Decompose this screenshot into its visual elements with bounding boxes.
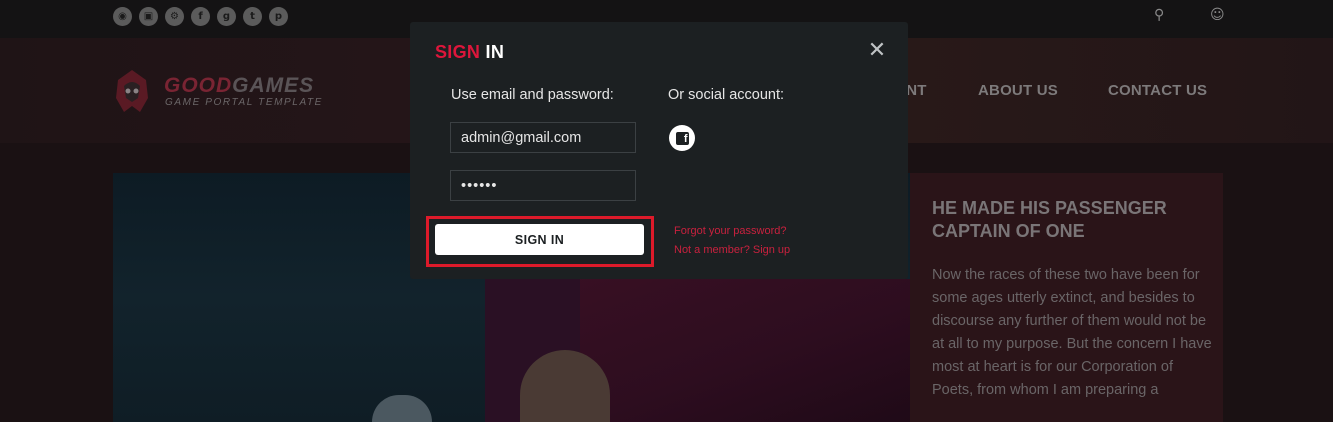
- close-icon[interactable]: ✕: [865, 39, 889, 63]
- nav-item-contact[interactable]: CONTACT US: [1108, 82, 1207, 99]
- password-field[interactable]: [450, 170, 636, 201]
- nav-item-about[interactable]: ABOUT US: [978, 82, 1058, 99]
- facebook-icon[interactable]: f: [191, 7, 210, 26]
- logo-text-good: GOOD: [164, 74, 233, 97]
- logo-icon[interactable]: [112, 68, 152, 114]
- modal-title: SIGN IN: [435, 42, 504, 63]
- user-icon[interactable]: ☺: [1210, 7, 1225, 23]
- social-links: ◉ ▣ ⚙ f g t p: [113, 7, 288, 26]
- facebook-icon: f: [675, 131, 689, 145]
- sign-in-modal: SIGN IN ✕ Use email and password: Or soc…: [410, 22, 908, 279]
- logo-tagline: GAME PORTAL TEMPLATE: [165, 97, 323, 108]
- sign-in-button[interactable]: SIGN IN: [435, 224, 644, 255]
- email-section-label: Use email and password:: [451, 87, 614, 103]
- article-title[interactable]: HE MADE HIS PASSENGER CAPTAIN OF ONE: [932, 197, 1212, 243]
- article-body: Now the races of these two have been for…: [932, 267, 1212, 398]
- email-field[interactable]: [450, 122, 636, 153]
- steam-icon[interactable]: ⚙: [165, 7, 184, 26]
- pinterest-icon[interactable]: p: [269, 7, 288, 26]
- rss-icon[interactable]: ◉: [113, 7, 132, 26]
- forgot-password-link[interactable]: Forgot your password?: [674, 225, 787, 237]
- logo-text-games: GAMES: [232, 74, 315, 97]
- twitter-icon[interactable]: t: [243, 7, 262, 26]
- facebook-login-button[interactable]: f: [669, 125, 695, 151]
- sign-up-link[interactable]: Not a member? Sign up: [674, 244, 790, 256]
- modal-title-in: IN: [480, 42, 505, 62]
- google-plus-icon[interactable]: g: [217, 7, 236, 26]
- twitch-icon[interactable]: ▣: [139, 7, 158, 26]
- logo-text[interactable]: GOODGAMES: [164, 74, 314, 98]
- modal-title-sign: SIGN: [435, 42, 481, 62]
- social-section-label: Or social account:: [668, 87, 785, 103]
- search-icon[interactable]: ⚲: [1154, 7, 1164, 23]
